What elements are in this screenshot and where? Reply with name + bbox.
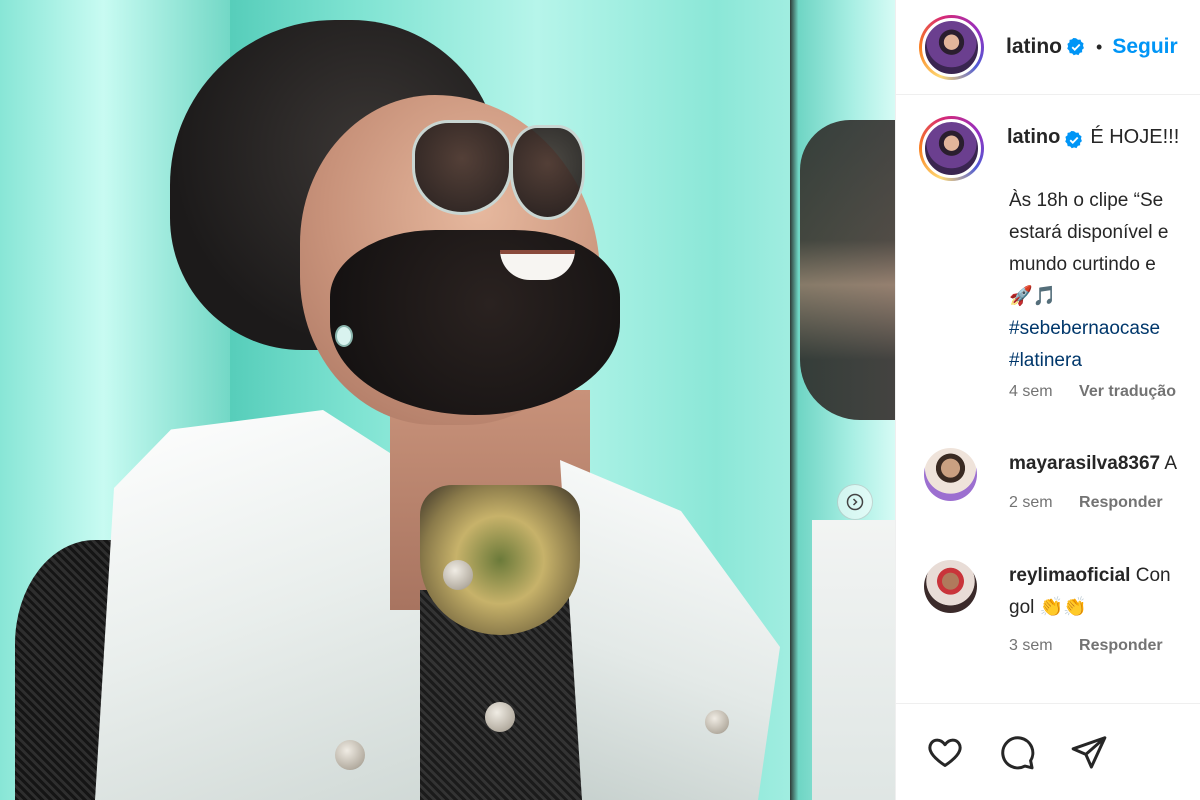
comment-button[interactable] bbox=[996, 731, 1038, 773]
photo-mirror-vest bbox=[812, 520, 895, 800]
photo-vest-button bbox=[705, 710, 729, 734]
caption-emoji-line: 🚀🎵 bbox=[1009, 286, 1057, 307]
photo-earring bbox=[335, 325, 353, 347]
comment-text: Con bbox=[1135, 565, 1171, 586]
commenter-username[interactable]: mayarasilva8367 bbox=[1009, 453, 1160, 474]
header-separator: • bbox=[1096, 36, 1103, 57]
comment-timestamp: 2 sem bbox=[1009, 494, 1053, 511]
caption-author-avatar[interactable] bbox=[919, 116, 984, 181]
follow-button[interactable]: Seguir bbox=[1112, 35, 1177, 59]
carousel-next-button[interactable] bbox=[837, 484, 873, 520]
commenter-avatar[interactable] bbox=[924, 448, 977, 501]
reply-button[interactable]: Responder bbox=[1079, 494, 1163, 511]
post-side-panel: latino • Seguir latino É HOJE!!! Às 18h … bbox=[895, 0, 1200, 800]
photo-necklace bbox=[420, 485, 580, 635]
caption-author-username[interactable]: latino bbox=[1007, 126, 1060, 181]
photo-sunglasses-left bbox=[412, 120, 512, 215]
photo-mirror-reflection bbox=[800, 120, 895, 420]
photo-vest-button bbox=[335, 740, 365, 770]
carousel-next-icon bbox=[846, 493, 864, 511]
caption-first-line: É HOJE!!! bbox=[1090, 126, 1180, 148]
see-translation-button[interactable]: Ver tradução bbox=[1079, 383, 1176, 400]
post-header: latino • Seguir bbox=[896, 0, 1200, 95]
photo-vest-button bbox=[485, 702, 515, 732]
caption-text: Às 18h o clipe “Se estará disponível e m… bbox=[1009, 185, 1169, 377]
caption-line: Às 18h o clipe “Se bbox=[1009, 190, 1164, 211]
verified-badge-icon bbox=[1067, 38, 1084, 56]
commenter-username[interactable]: reylimaoficial bbox=[1009, 565, 1130, 586]
comment-icon bbox=[1001, 736, 1035, 770]
caption-line: estará disponível e bbox=[1009, 222, 1169, 243]
comment-timestamp: 3 sem bbox=[1009, 637, 1053, 654]
comment-meta: 3 sem Responder bbox=[1009, 637, 1163, 655]
hashtag-link[interactable]: #sebebernaocase bbox=[1009, 313, 1169, 345]
caption-timestamp: 4 sem bbox=[1009, 383, 1053, 400]
verified-badge-icon bbox=[1065, 131, 1083, 149]
photo-sunglasses-right bbox=[510, 125, 585, 220]
photo-vest-right bbox=[560, 460, 780, 800]
comment-meta: 2 sem Responder bbox=[1009, 494, 1163, 512]
reply-button[interactable]: Responder bbox=[1079, 637, 1163, 654]
post-photo[interactable] bbox=[0, 0, 895, 800]
share-button[interactable] bbox=[1068, 731, 1110, 773]
like-button[interactable] bbox=[924, 731, 966, 773]
share-icon bbox=[1071, 736, 1107, 769]
commenter-avatar[interactable] bbox=[924, 560, 977, 613]
photo-vest-button bbox=[443, 560, 473, 590]
author-username[interactable]: latino bbox=[1006, 35, 1062, 59]
caption-header: latino É HOJE!!! bbox=[919, 116, 1179, 181]
photo-beard bbox=[330, 230, 620, 415]
comment-text-continuation: gol 👏👏 bbox=[1009, 597, 1087, 618]
caption-meta: 4 sem Ver tradução bbox=[1009, 383, 1176, 401]
comment-text: A bbox=[1164, 453, 1178, 474]
comment-item: reylimaoficial Con gol 👏👏 bbox=[924, 560, 1171, 624]
post-action-bar bbox=[896, 703, 1200, 800]
hashtag-link[interactable]: #latinera bbox=[1009, 345, 1169, 377]
caption-line: mundo curtindo e bbox=[1009, 254, 1156, 275]
author-avatar[interactable] bbox=[919, 14, 984, 80]
heart-icon bbox=[928, 738, 962, 767]
